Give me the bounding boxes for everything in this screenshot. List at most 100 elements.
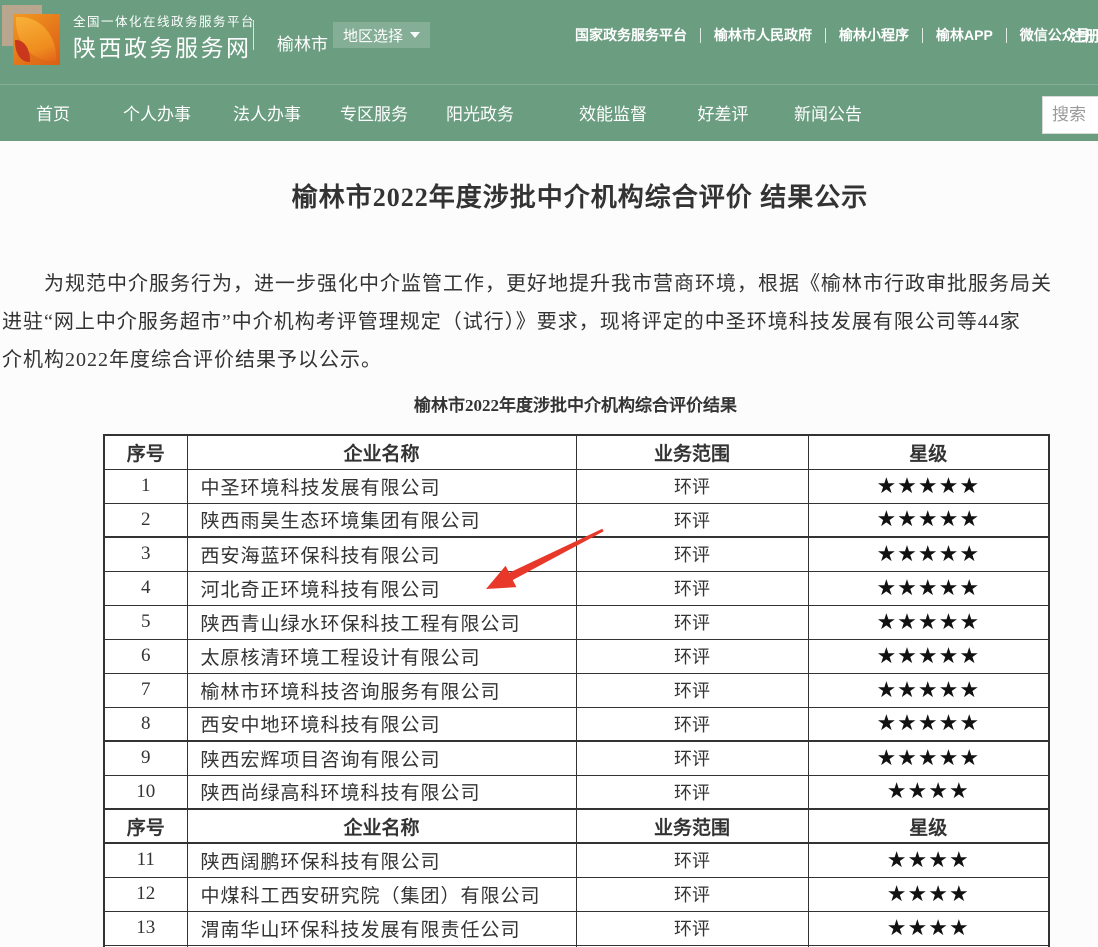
star-rating-cell: ★★★★★ xyxy=(808,741,1049,775)
star-rating-cell: ★★★★★ xyxy=(808,707,1049,741)
nav-item-legal[interactable]: 法人办事 xyxy=(233,100,301,125)
company-name-cell: 太原核清环境工程设计有限公司 xyxy=(187,639,576,673)
company-name-cell: 中煤科工西安研究院（集团）有限公司 xyxy=(187,877,576,911)
nav-item-sunshine[interactable]: 阳光政务 xyxy=(446,100,514,125)
business-scope-cell: 环评 xyxy=(576,571,808,605)
company-name-cell: 陕西阔鹏环保科技有限公司 xyxy=(187,843,576,877)
business-scope-cell: 环评 xyxy=(576,639,808,673)
register-link[interactable]: 注册 xyxy=(1070,25,1098,46)
row-number-cell: 7 xyxy=(104,673,187,707)
announcement-page: 榆林市2022年度涉批中介机构综合评价 结果公示 为规范中介服务行为，进一步强化… xyxy=(0,141,1098,947)
platform-tagline: 全国一体化在线政务服务平台 xyxy=(73,11,255,30)
company-name-cell: 陕西青山绿水环保科技工程有限公司 xyxy=(187,605,576,639)
table-row: 2 陕西雨昊生态环境集团有限公司 环评 ★★★★★ xyxy=(104,503,1049,537)
page-title: 榆林市2022年度涉批中介机构综合评价 结果公示 xyxy=(0,177,1098,214)
header-quick-links: 国家政务服务平台 榆林市人民政府 榆林小程序 榆林APP 微信公众号 xyxy=(575,25,1090,45)
body-paragraph-line: 为规范中介服务行为，进一步强化中介监管工作，更好地提升我市营商环境，根据《榆林市… xyxy=(2,267,1052,296)
link-separator xyxy=(825,28,826,43)
table-header-row: 序号 企业名称 业务范围 星级 xyxy=(104,809,1049,843)
caret-down-icon xyxy=(410,32,420,38)
link-separator xyxy=(1006,28,1007,43)
nav-item-personal[interactable]: 个人办事 xyxy=(123,100,191,125)
business-scope-cell: 环评 xyxy=(576,843,808,877)
table-row: 8 西安中地环境科技有限公司 环评 ★★★★★ xyxy=(104,707,1049,741)
star-rating-cell: ★★★★★ xyxy=(808,537,1049,571)
main-nav: 首页 个人办事 法人办事 专区服务 阳光政务 效能监督 好差评 新闻公告 xyxy=(0,84,1098,141)
nav-item-zone[interactable]: 专区服务 xyxy=(340,100,408,125)
business-scope-cell: 环评 xyxy=(576,503,808,537)
star-rating-cell: ★★★★★ xyxy=(808,673,1049,707)
business-scope-cell: 环评 xyxy=(576,537,808,571)
row-number-cell: 13 xyxy=(104,911,187,945)
region-select-button[interactable]: 地区选择 xyxy=(333,22,430,48)
region-select-label: 地区选择 xyxy=(343,25,403,46)
star-rating-cell: ★★★★★ xyxy=(808,639,1049,673)
column-header: 序号 xyxy=(104,435,187,469)
star-rating-cell: ★★★★★ xyxy=(808,605,1049,639)
row-number-cell: 12 xyxy=(104,877,187,911)
table-row: 9 陕西宏辉项目咨询有限公司 环评 ★★★★★ xyxy=(104,741,1049,775)
company-name-cell: 榆林市环境科技咨询服务有限公司 xyxy=(187,673,576,707)
table-row: 3 西安海蓝环保科技有限公司 环评 ★★★★★ xyxy=(104,537,1049,571)
business-scope-cell: 环评 xyxy=(576,911,808,945)
column-header: 星级 xyxy=(808,809,1049,843)
business-scope-cell: 环评 xyxy=(576,877,808,911)
search-input[interactable] xyxy=(1052,105,1098,125)
row-number-cell: 4 xyxy=(104,571,187,605)
business-scope-cell: 环评 xyxy=(576,673,808,707)
search-box xyxy=(1042,96,1098,134)
table-row: 1 中圣环境科技发展有限公司 环评 ★★★★★ xyxy=(104,469,1049,503)
link-national-platform[interactable]: 国家政务服务平台 xyxy=(575,25,687,45)
column-header: 星级 xyxy=(808,435,1049,469)
business-scope-cell: 环评 xyxy=(576,707,808,741)
star-rating-cell: ★★★★★ xyxy=(808,469,1049,503)
star-rating-cell: ★★★★ xyxy=(808,877,1049,911)
link-mini-program[interactable]: 榆林小程序 xyxy=(839,25,909,45)
row-number-cell: 9 xyxy=(104,741,187,775)
company-name-cell: 渭南华山环保科技发展有限责任公司 xyxy=(187,911,576,945)
nav-item-supervision[interactable]: 效能监督 xyxy=(579,100,647,125)
body-paragraph-line: 进驻“网上中介服务超市”中介机构考评管理规定（试行）》要求，现将评定的中圣环境科… xyxy=(2,305,1021,334)
table-caption: 榆林市2022年度涉批中介机构综合评价结果 xyxy=(103,391,1048,416)
column-header: 业务范围 xyxy=(576,435,808,469)
link-separator xyxy=(700,28,701,43)
company-name-cell: 西安海蓝环保科技有限公司 xyxy=(187,537,576,571)
column-header: 业务范围 xyxy=(576,809,808,843)
business-scope-cell: 环评 xyxy=(576,741,808,775)
table-row: 7 榆林市环境科技咨询服务有限公司 环评 ★★★★★ xyxy=(104,673,1049,707)
site-name: 陕西政务服务网 xyxy=(73,29,252,63)
business-scope-cell: 环评 xyxy=(576,469,808,503)
company-name-cell: 陕西尚绿高科环境科技有限公司 xyxy=(187,775,576,809)
row-number-cell: 6 xyxy=(104,639,187,673)
row-number-cell: 2 xyxy=(104,503,187,537)
table-row: 10 陕西尚绿高科环境科技有限公司 环评 ★★★★ xyxy=(104,775,1049,809)
company-name-cell: 西安中地环境科技有限公司 xyxy=(187,707,576,741)
row-number-cell: 1 xyxy=(104,469,187,503)
company-name-cell: 陕西雨昊生态环境集团有限公司 xyxy=(187,503,576,537)
business-scope-cell: 环评 xyxy=(576,605,808,639)
logo-orange-square xyxy=(13,14,60,65)
evaluation-table: 序号 企业名称 业务范围 星级 1 中圣环境科技发展有限公司 环评 ★★★★★ … xyxy=(103,434,1050,947)
body-paragraph-line: 介机构2022年度综合评价结果予以公示。 xyxy=(2,343,382,372)
row-number-cell: 11 xyxy=(104,843,187,877)
business-scope-cell: 环评 xyxy=(576,775,808,809)
table-row: 12 中煤科工西安研究院（集团）有限公司 环评 ★★★★ xyxy=(104,877,1049,911)
link-city-app[interactable]: 榆林APP xyxy=(936,25,993,45)
table-header-row: 序号 企业名称 业务范围 星级 xyxy=(104,435,1049,469)
nav-item-news[interactable]: 新闻公告 xyxy=(794,100,862,125)
row-number-cell: 8 xyxy=(104,707,187,741)
nav-item-home[interactable]: 首页 xyxy=(36,100,70,125)
link-separator xyxy=(922,28,923,43)
table-row: 13 渭南华山环保科技发展有限责任公司 环评 ★★★★ xyxy=(104,911,1049,945)
header-divider xyxy=(253,20,254,50)
nav-item-rating[interactable]: 好差评 xyxy=(698,100,749,125)
site-header: 全国一体化在线政务服务平台 陕西政务服务网 榆林市 地区选择 国家政务服务平台 … xyxy=(0,0,1098,84)
link-city-government[interactable]: 榆林市人民政府 xyxy=(714,25,812,45)
star-rating-cell: ★★★★ xyxy=(808,843,1049,877)
star-rating-cell: ★★★★ xyxy=(808,775,1049,809)
table-row: 6 太原核清环境工程设计有限公司 环评 ★★★★★ xyxy=(104,639,1049,673)
row-number-cell: 3 xyxy=(104,537,187,571)
current-city-label: 榆林市 xyxy=(277,30,328,55)
table-row: 11 陕西阔鹏环保科技有限公司 环评 ★★★★ xyxy=(104,843,1049,877)
table-row: 5 陕西青山绿水环保科技工程有限公司 环评 ★★★★★ xyxy=(104,605,1049,639)
